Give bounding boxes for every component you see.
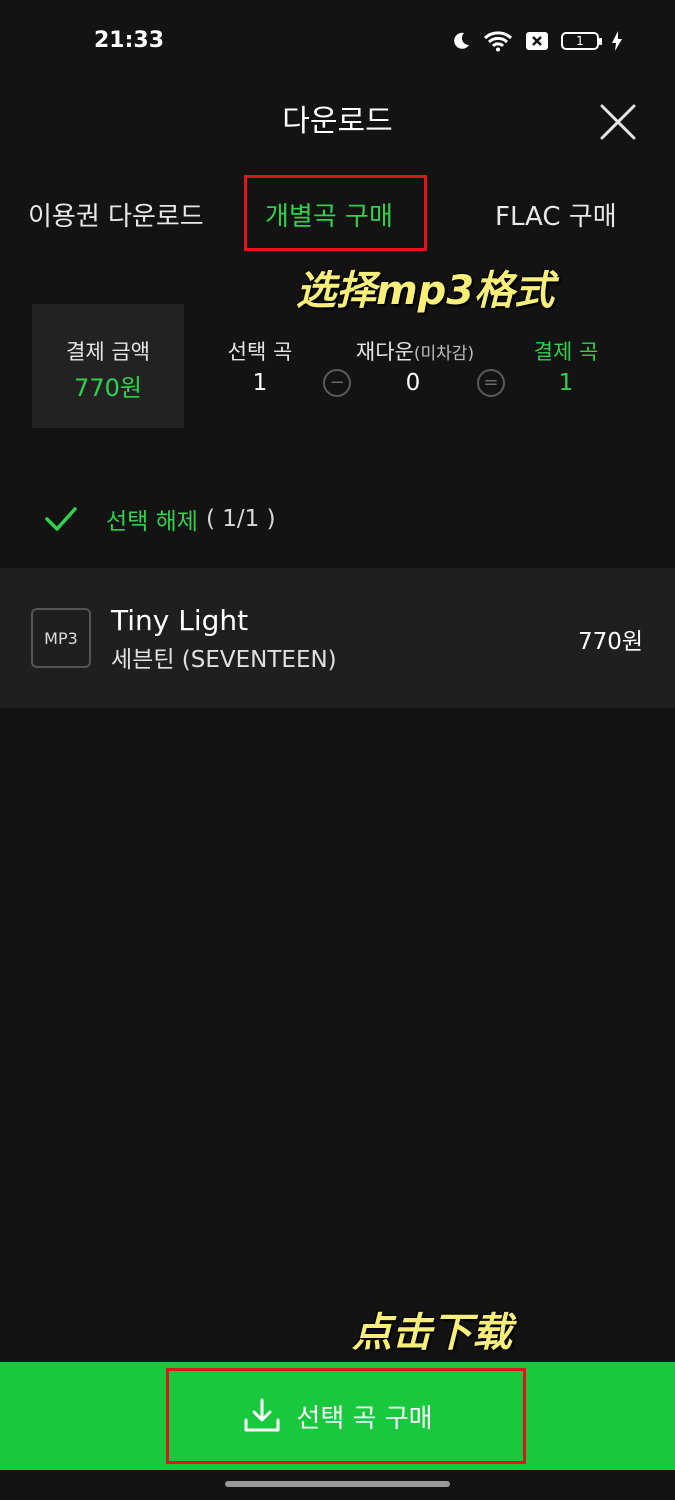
- selected-songs-label: 선택 곡: [227, 340, 293, 364]
- close-icon: [600, 104, 636, 140]
- mp3-format-badge: MP3: [31, 608, 91, 668]
- annotation-select-format: 选择mp3格式: [296, 268, 555, 314]
- selected-songs-value: 1: [252, 370, 268, 396]
- payment-amount-label: 결제 금액: [66, 340, 150, 364]
- annotation-click-download: 点击下载: [352, 1310, 512, 1356]
- paid-songs-value: 1: [558, 370, 574, 396]
- status-icons: 1: [451, 30, 623, 52]
- equals-icon: =: [477, 369, 505, 397]
- redownload-label-sub: (미차감): [413, 344, 475, 364]
- track-title: Tiny Light: [111, 604, 249, 637]
- selection-count: ( 1/1 ): [205, 506, 276, 532]
- status-time: 21:33: [94, 28, 165, 53]
- checkmark-icon: [45, 507, 77, 531]
- redownload-label: 재다운(미차감): [340, 336, 490, 366]
- tab-highlight-box: [244, 175, 427, 251]
- deselect-all-button[interactable]: 선택 해제 ( 1/1 ): [44, 502, 276, 536]
- track-price: 770원: [577, 629, 643, 655]
- track-artist: 세븐틴 (SEVENTEEN): [111, 647, 337, 673]
- tab-subscription-download[interactable]: 이용권 다운로드: [28, 196, 204, 233]
- deselect-label: 선택 해제: [106, 509, 198, 535]
- moon-icon: [454, 32, 469, 49]
- track-row[interactable]: [0, 568, 675, 708]
- payment-amount-value: 770원: [74, 374, 142, 402]
- page-title: 다운로드: [282, 104, 393, 139]
- tab-flac-purchase[interactable]: FLAC 구매: [495, 196, 617, 233]
- payment-amount-box: [32, 304, 184, 428]
- close-button[interactable]: [596, 100, 640, 144]
- no-sim-icon: [526, 32, 548, 50]
- wifi-icon: [483, 31, 513, 52]
- redownload-value: 0: [405, 370, 421, 396]
- redownload-label-main: 재다운: [355, 340, 414, 364]
- minus-icon: −: [323, 369, 351, 397]
- battery-icon: 1: [561, 32, 602, 50]
- paid-songs-label: 결제 곡: [533, 340, 599, 364]
- home-indicator[interactable]: [225, 1481, 450, 1487]
- buy-highlight-box: [166, 1368, 526, 1464]
- charging-icon: [612, 31, 622, 51]
